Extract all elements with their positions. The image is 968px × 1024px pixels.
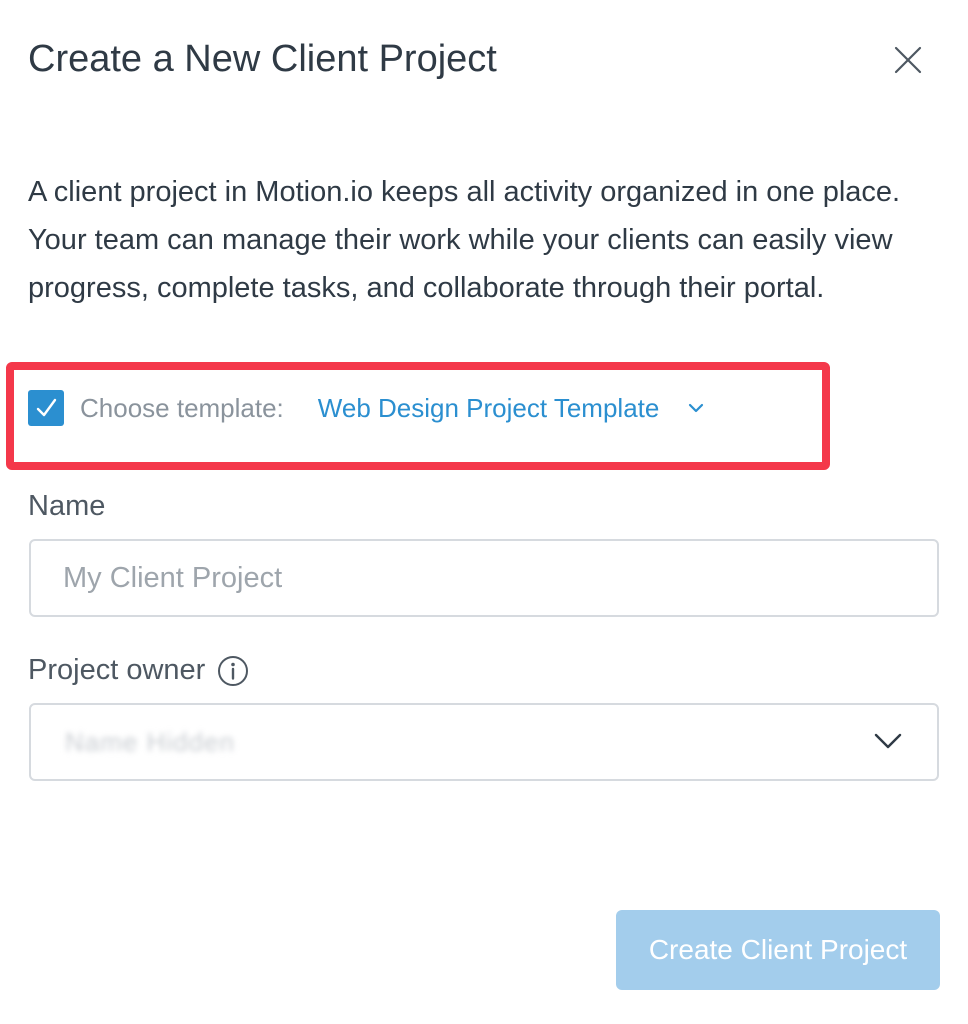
chevron-down-icon [873, 731, 903, 756]
close-icon [894, 46, 922, 74]
name-input[interactable] [29, 539, 939, 617]
project-owner-label-row: Project owner [28, 654, 249, 687]
dialog-title: Create a New Client Project [28, 38, 497, 80]
template-label: Choose template: [80, 392, 284, 423]
project-owner-select[interactable]: Name Hidden [29, 703, 939, 781]
template-selected-value: Web Design Project Template [317, 392, 660, 423]
create-client-project-button[interactable]: Create Client Project [616, 910, 940, 990]
close-button[interactable] [888, 40, 928, 80]
name-label: Name [28, 490, 106, 522]
template-dropdown[interactable]: Web Design Project Template [318, 393, 706, 424]
dialog-description: A client project in Motion.io keeps all … [28, 176, 901, 304]
template-row: Choose template: Web Design Project Temp… [28, 386, 705, 430]
project-owner-value: Name Hidden [65, 726, 235, 757]
chevron-down-icon [687, 402, 705, 414]
checkmark-icon [36, 398, 57, 417]
project-owner-label: Project owner [28, 654, 206, 686]
template-checkbox[interactable] [28, 390, 64, 426]
create-project-dialog: Create a New Client Project A client pro… [0, 0, 968, 1024]
info-icon[interactable] [217, 655, 249, 687]
